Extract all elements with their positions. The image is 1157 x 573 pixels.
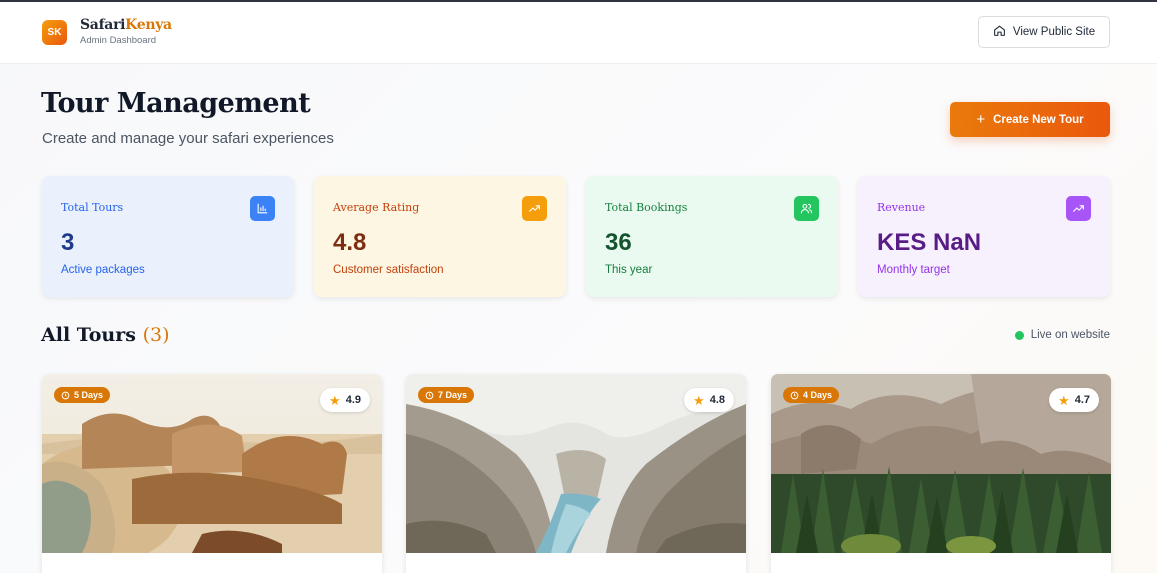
star-icon: ★ <box>693 392 705 408</box>
stat-label: Average Rating <box>333 201 420 214</box>
view-public-site-button[interactable]: View Public Site <box>978 16 1110 48</box>
stat-value: 3 <box>61 229 75 256</box>
star-icon: ★ <box>329 392 341 408</box>
brand-name-accent: Kenya <box>125 17 172 33</box>
all-tours-heading: All Tours (3) <box>41 324 170 346</box>
live-label: Live on website <box>1030 329 1110 341</box>
rating-value: 4.8 <box>709 394 725 406</box>
users-icon <box>794 196 819 221</box>
stat-card-total-tours: Total Tours 3 Active packages <box>42 176 294 297</box>
duration-label: 4 Days <box>803 390 833 400</box>
brand-name-main: Safari <box>80 17 126 33</box>
tour-card[interactable]: 5 Days ★ 4.9 <box>42 374 382 573</box>
duration-badge: 7 Days <box>418 387 475 403</box>
view-public-site-label: View Public Site <box>1012 26 1096 38</box>
page-title: Tour Management <box>41 88 311 119</box>
clock-icon <box>61 391 70 399</box>
stat-label: Total Tours <box>61 201 124 214</box>
stat-note: Monthly target <box>877 264 950 276</box>
tour-card[interactable]: 7 Days ★ 4.8 <box>406 374 746 573</box>
stat-card-total-bookings: Total Bookings 36 This year <box>586 176 838 297</box>
stat-note: Active packages <box>61 264 145 276</box>
page-subtitle: Create and manage your safari experience… <box>42 130 334 147</box>
stat-value: 36 <box>605 229 632 256</box>
home-icon <box>993 24 1006 40</box>
rating-badge: ★ 4.7 <box>1049 388 1099 412</box>
clock-icon <box>790 391 799 399</box>
stat-card-revenue: Revenue KES NaN Monthly target <box>858 176 1110 297</box>
clock-icon <box>425 391 434 399</box>
trending-up-icon <box>522 196 547 221</box>
stat-label: Revenue <box>877 201 926 214</box>
star-icon: ★ <box>1058 392 1070 408</box>
duration-badge: 4 Days <box>783 387 840 403</box>
live-status: Live on website <box>1014 329 1110 341</box>
stat-value: KES NaN <box>877 229 982 256</box>
create-new-tour-button[interactable]: + Create New Tour <box>950 102 1110 137</box>
duration-badge: 5 Days <box>54 387 111 403</box>
duration-label: 7 Days <box>438 390 468 400</box>
tour-card[interactable]: 4 Days ★ 4.7 <box>771 374 1111 573</box>
rating-value: 4.7 <box>1074 394 1090 406</box>
trending-up-icon <box>1066 196 1091 221</box>
brand-subtitle: Admin Dashboard <box>80 35 157 46</box>
all-tours-count: (3) <box>142 324 170 346</box>
logo-badge[interactable]: SK <box>42 20 67 45</box>
all-tours-title: All Tours <box>41 324 136 346</box>
live-dot-icon <box>1014 330 1024 340</box>
stat-label: Total Bookings <box>605 201 688 214</box>
stat-value: 4.8 <box>333 229 367 256</box>
stat-note: This year <box>605 264 653 276</box>
brand[interactable]: SafariKenya Admin Dashboard <box>80 17 172 46</box>
rating-badge: ★ 4.9 <box>320 388 370 412</box>
stat-note: Customer satisfaction <box>333 264 444 276</box>
brand-name: SafariKenya <box>80 17 172 33</box>
bar-chart-icon <box>250 196 275 221</box>
top-header: SK SafariKenya Admin Dashboard View Publ… <box>0 2 1157 64</box>
plus-icon: + <box>976 111 986 128</box>
stat-card-average-rating: Average Rating 4.8 Customer satisfaction <box>314 176 566 297</box>
rating-badge: ★ 4.8 <box>684 388 734 412</box>
create-new-tour-label: Create New Tour <box>993 113 1084 126</box>
duration-label: 5 Days <box>74 390 104 400</box>
rating-value: 4.9 <box>345 394 361 406</box>
